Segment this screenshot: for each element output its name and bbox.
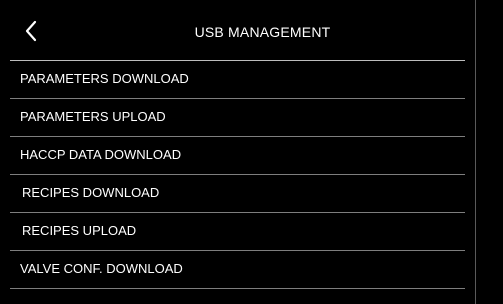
- menu-item-label: RECIPES UPLOAD: [22, 223, 137, 238]
- menu-item-valve-conf-download[interactable]: VALVE CONF. DOWNLOAD: [10, 251, 465, 289]
- usb-management-screen: USB MANAGEMENT PARAMETERS DOWNLOAD PARAM…: [0, 0, 503, 304]
- page-title: USB MANAGEMENT: [194, 24, 331, 40]
- menu-item-label: HACCP DATA DOWNLOAD: [20, 147, 182, 162]
- back-button[interactable]: [20, 16, 42, 46]
- main-panel: USB MANAGEMENT PARAMETERS DOWNLOAD PARAM…: [0, 0, 475, 304]
- menu-item-label: PARAMETERS UPLOAD: [20, 109, 166, 124]
- menu-item-label: RECIPES DOWNLOAD: [22, 185, 160, 200]
- menu-item-recipes-upload[interactable]: RECIPES UPLOAD: [10, 213, 465, 251]
- menu-item-recipes-download[interactable]: RECIPES DOWNLOAD: [10, 175, 465, 213]
- header-bar: USB MANAGEMENT: [0, 0, 475, 60]
- menu-item-label: VALVE CONF. DOWNLOAD: [20, 261, 183, 276]
- menu-item-label: PARAMETERS DOWNLOAD: [20, 71, 189, 86]
- menu-item-parameters-download[interactable]: PARAMETERS DOWNLOAD: [10, 61, 465, 99]
- chevron-left-icon: [25, 20, 37, 42]
- usb-menu-list: PARAMETERS DOWNLOAD PARAMETERS UPLOAD HA…: [10, 61, 465, 289]
- side-strip: [476, 0, 503, 304]
- menu-item-haccp-data-download[interactable]: HACCP DATA DOWNLOAD: [10, 137, 465, 175]
- menu-item-parameters-upload[interactable]: PARAMETERS UPLOAD: [10, 99, 465, 137]
